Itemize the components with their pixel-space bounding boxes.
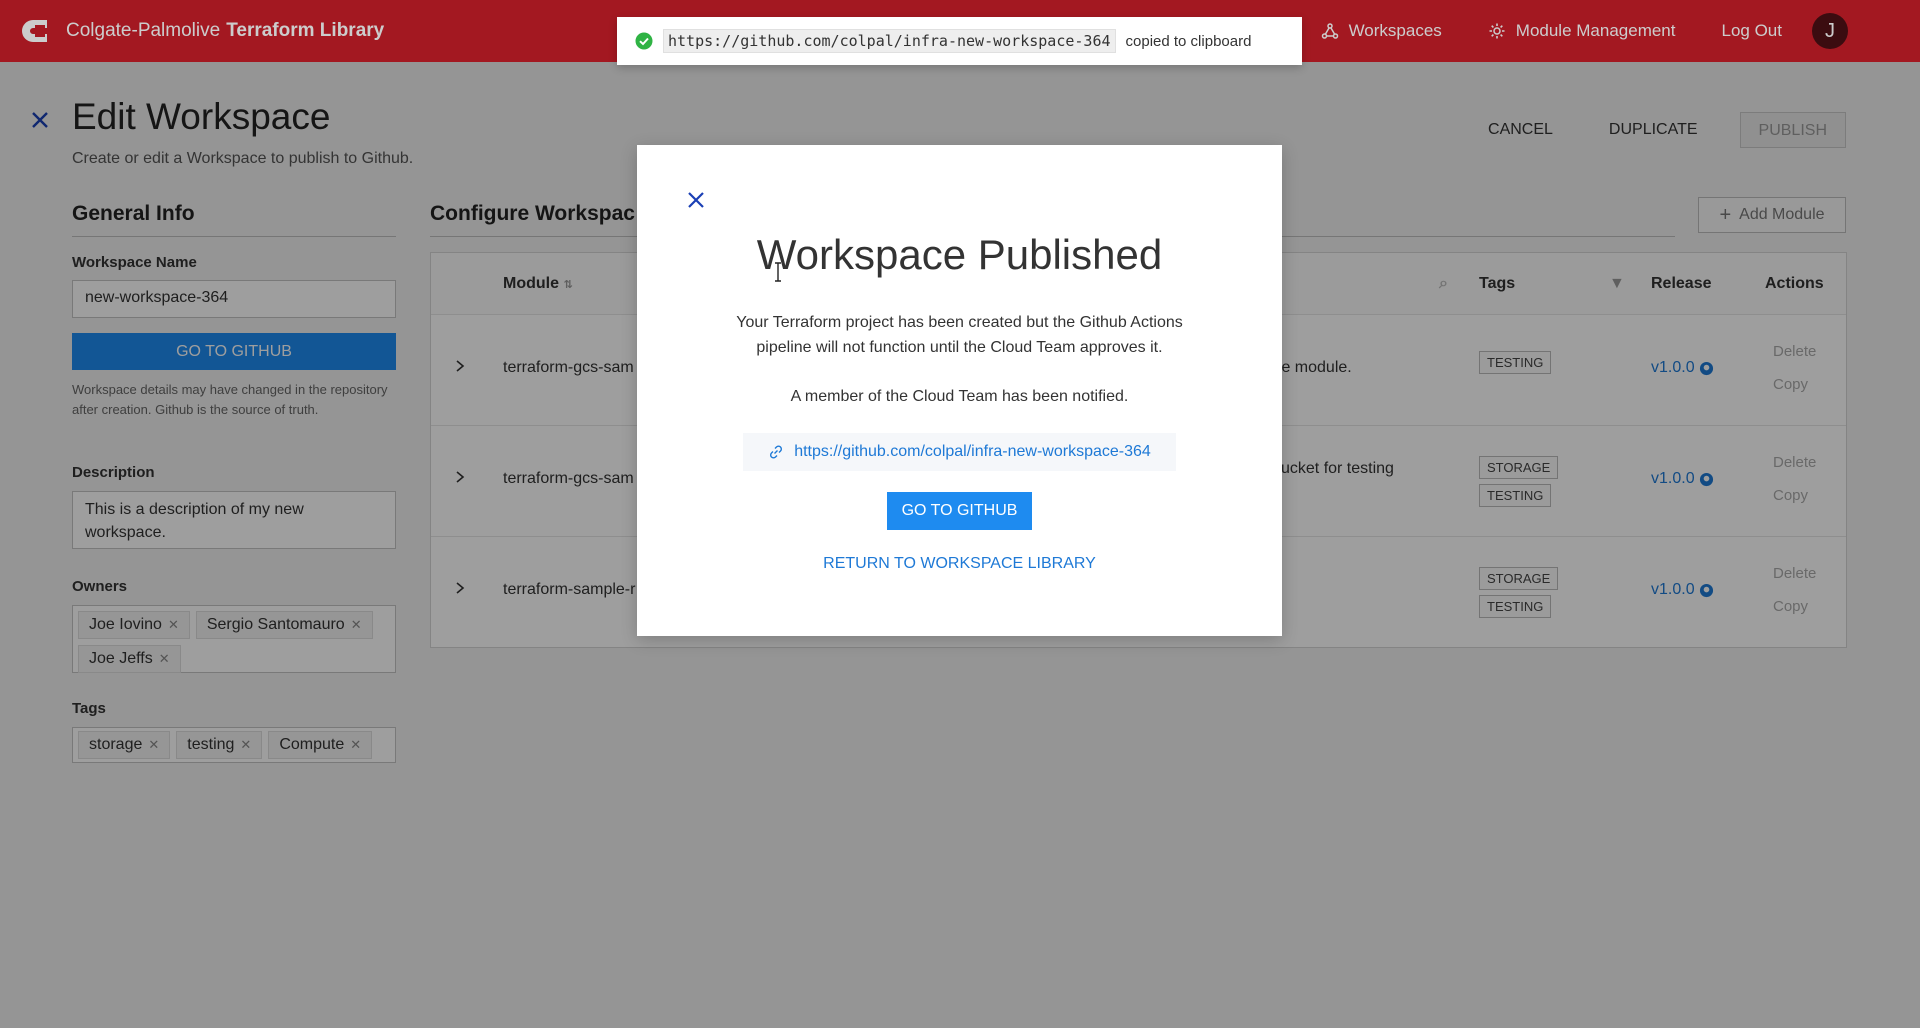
check-circle-icon xyxy=(635,32,653,50)
close-icon[interactable] xyxy=(685,189,707,211)
clipboard-toast: https://github.com/colpal/infra-new-work… xyxy=(617,17,1302,65)
text-cursor-icon xyxy=(775,262,781,282)
go-to-github-button[interactable]: GO TO GITHUB xyxy=(887,492,1032,530)
dialog-title: Workspace Published xyxy=(756,231,1163,278)
toast-message: copied to clipboard xyxy=(1125,32,1252,50)
return-to-library-link[interactable]: RETURN TO WORKSPACE LIBRARY xyxy=(637,555,1282,573)
workspace-published-dialog: Workspace Published Your Terraform proje… xyxy=(637,145,1282,636)
link-icon xyxy=(770,445,783,459)
github-url-link[interactable]: https://github.com/colpal/infra-new-work… xyxy=(743,433,1176,471)
github-url-text: https://github.com/colpal/infra-new-work… xyxy=(794,443,1151,460)
dialog-note: A member of the Cloud Team has been noti… xyxy=(790,388,1129,405)
dialog-body: Your Terraform project has been created … xyxy=(736,314,1183,356)
toast-url: https://github.com/colpal/infra-new-work… xyxy=(663,29,1116,53)
